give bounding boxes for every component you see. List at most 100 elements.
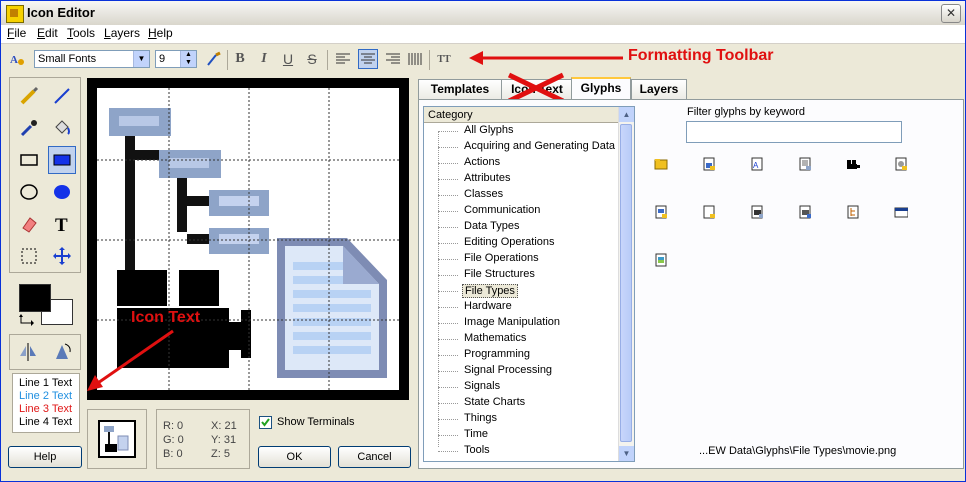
glyph-doc-data-icon[interactable]	[798, 205, 812, 219]
fill-bucket-icon[interactable]	[48, 114, 76, 142]
menu-file[interactable]: File	[7, 26, 26, 40]
title-bar[interactable]: Icon Editor ✕	[1, 1, 965, 26]
justify-button[interactable]	[405, 49, 425, 69]
category-item[interactable]: Data Types	[464, 220, 519, 232]
line-icon[interactable]	[48, 82, 76, 110]
flip-horizontal-icon[interactable]	[14, 338, 42, 366]
font-name-select[interactable]: Small Fonts ▼	[34, 50, 150, 68]
category-item[interactable]: All Glyphs	[464, 124, 514, 136]
glyph-folder-icon[interactable]	[654, 157, 668, 171]
glyph-doc-list-icon[interactable]	[798, 157, 812, 171]
icon-text-preview: Line 1 Text Line 2 Text Line 3 Text Line…	[12, 373, 80, 433]
dropper-icon[interactable]	[15, 114, 43, 142]
category-item[interactable]: Editing Operations	[464, 236, 555, 248]
app-icon	[6, 5, 24, 23]
category-item[interactable]: Time	[464, 428, 488, 440]
glyph-movie-icon[interactable]	[846, 157, 860, 171]
eraser-icon[interactable]	[15, 210, 43, 238]
menu-layers[interactable]: Layers	[104, 26, 140, 40]
pencil-icon[interactable]	[15, 82, 43, 110]
z-coordinate: Z: 5	[211, 448, 230, 460]
help-button[interactable]: Help	[8, 446, 82, 468]
menu-tools[interactable]: Tools	[67, 26, 95, 40]
tree-connector	[438, 227, 458, 228]
category-item-selected[interactable]: File Types	[462, 284, 518, 298]
font-settings-icon[interactable]: A	[7, 49, 27, 69]
glyph-doc-tree-icon[interactable]	[846, 205, 860, 219]
swap-colors-icon[interactable]	[19, 313, 35, 327]
font-size-stepper[interactable]: 9 ▲ ▼	[155, 50, 197, 68]
tree-connector	[438, 131, 458, 132]
category-item[interactable]: Attributes	[464, 172, 510, 184]
tree-connector	[438, 243, 458, 244]
filled-rectangle-icon[interactable]	[48, 146, 76, 174]
category-item[interactable]: File Structures	[464, 268, 535, 280]
category-item[interactable]: Signals	[464, 380, 500, 392]
underline-button[interactable]: U	[278, 49, 298, 69]
spin-arrows-icon[interactable]: ▲ ▼	[180, 51, 196, 67]
filter-label: Filter glyphs by keyword	[687, 106, 805, 118]
category-item[interactable]: Signal Processing	[464, 364, 552, 376]
category-item[interactable]: Tools	[464, 444, 490, 456]
glyph-doc-image-icon[interactable]	[654, 205, 668, 219]
category-item[interactable]: Classes	[464, 188, 503, 200]
window-title: Icon Editor	[27, 5, 95, 20]
glyph-path-label: ...EW Data\Glyphs\File Types\movie.png	[699, 445, 897, 457]
icon-text-line-2: Line 2 Text	[19, 390, 73, 402]
bold-button[interactable]: B	[230, 49, 250, 69]
category-item[interactable]: Communication	[464, 204, 540, 216]
text-case-button[interactable]: TT	[434, 49, 454, 69]
foreground-color-swatch[interactable]	[19, 284, 51, 312]
scrollbar-thumb[interactable]	[620, 124, 632, 442]
tab-glyphs[interactable]: Glyphs	[571, 77, 631, 100]
category-item[interactable]: Programming	[464, 348, 530, 360]
show-terminals-checkbox[interactable]	[259, 416, 272, 429]
glyph-doc-text-icon[interactable]: A	[750, 157, 764, 171]
category-scrollbar[interactable]: ▲ ▼	[618, 107, 634, 461]
toolbar-separator	[429, 50, 430, 70]
menu-help[interactable]: Help	[148, 26, 173, 40]
scroll-down-icon[interactable]: ▼	[619, 446, 634, 461]
ellipse-icon[interactable]	[15, 178, 43, 206]
scroll-up-icon[interactable]: ▲	[619, 107, 634, 122]
terminal-preview-image	[98, 420, 136, 458]
category-item[interactable]: Mathematics	[464, 332, 526, 344]
category-item[interactable]: Things	[464, 412, 497, 424]
select-icon[interactable]	[15, 242, 43, 270]
tab-templates[interactable]: Templates	[418, 79, 502, 99]
filter-input[interactable]	[686, 121, 902, 143]
chevron-down-icon[interactable]: ▼	[133, 51, 149, 67]
align-left-button[interactable]	[333, 49, 353, 69]
ok-button[interactable]: OK	[258, 446, 331, 468]
align-right-button[interactable]	[383, 49, 403, 69]
category-item[interactable]: Hardware	[464, 300, 512, 312]
close-button[interactable]: ✕	[941, 4, 961, 23]
rotate-icon[interactable]	[48, 338, 76, 366]
menu-edit[interactable]: Edit	[37, 26, 58, 40]
tab-layers[interactable]: Layers	[631, 79, 687, 99]
brush-settings-icon[interactable]	[204, 49, 224, 69]
category-item[interactable]: Acquiring and Generating Data	[464, 140, 615, 152]
move-icon[interactable]	[48, 242, 76, 270]
glyph-doc-color-icon[interactable]	[654, 253, 668, 267]
text-tool-icon[interactable]: T	[48, 210, 76, 238]
strikethrough-button[interactable]: S	[302, 49, 322, 69]
tree-connector	[438, 291, 458, 292]
category-item[interactable]: State Charts	[464, 396, 525, 408]
glyph-doc-chart-icon[interactable]	[702, 157, 716, 171]
category-item[interactable]: Actions	[464, 156, 500, 168]
filled-ellipse-icon[interactable]	[48, 178, 76, 206]
glyph-window-icon[interactable]	[894, 205, 908, 219]
align-center-button[interactable]	[358, 49, 378, 69]
rectangle-icon[interactable]	[15, 146, 43, 174]
glyph-doc-gear-icon[interactable]	[894, 157, 908, 171]
tree-connector	[438, 307, 458, 308]
category-item[interactable]: Image Manipulation	[464, 316, 560, 328]
tree-connector	[438, 259, 458, 260]
cancel-button[interactable]: Cancel	[338, 446, 411, 468]
glyph-doc-binary-icon[interactable]	[750, 205, 764, 219]
tree-connector	[438, 147, 458, 148]
glyph-doc-blank-icon[interactable]	[702, 205, 716, 219]
category-item[interactable]: File Operations	[464, 252, 539, 264]
italic-button[interactable]: I	[254, 49, 274, 69]
